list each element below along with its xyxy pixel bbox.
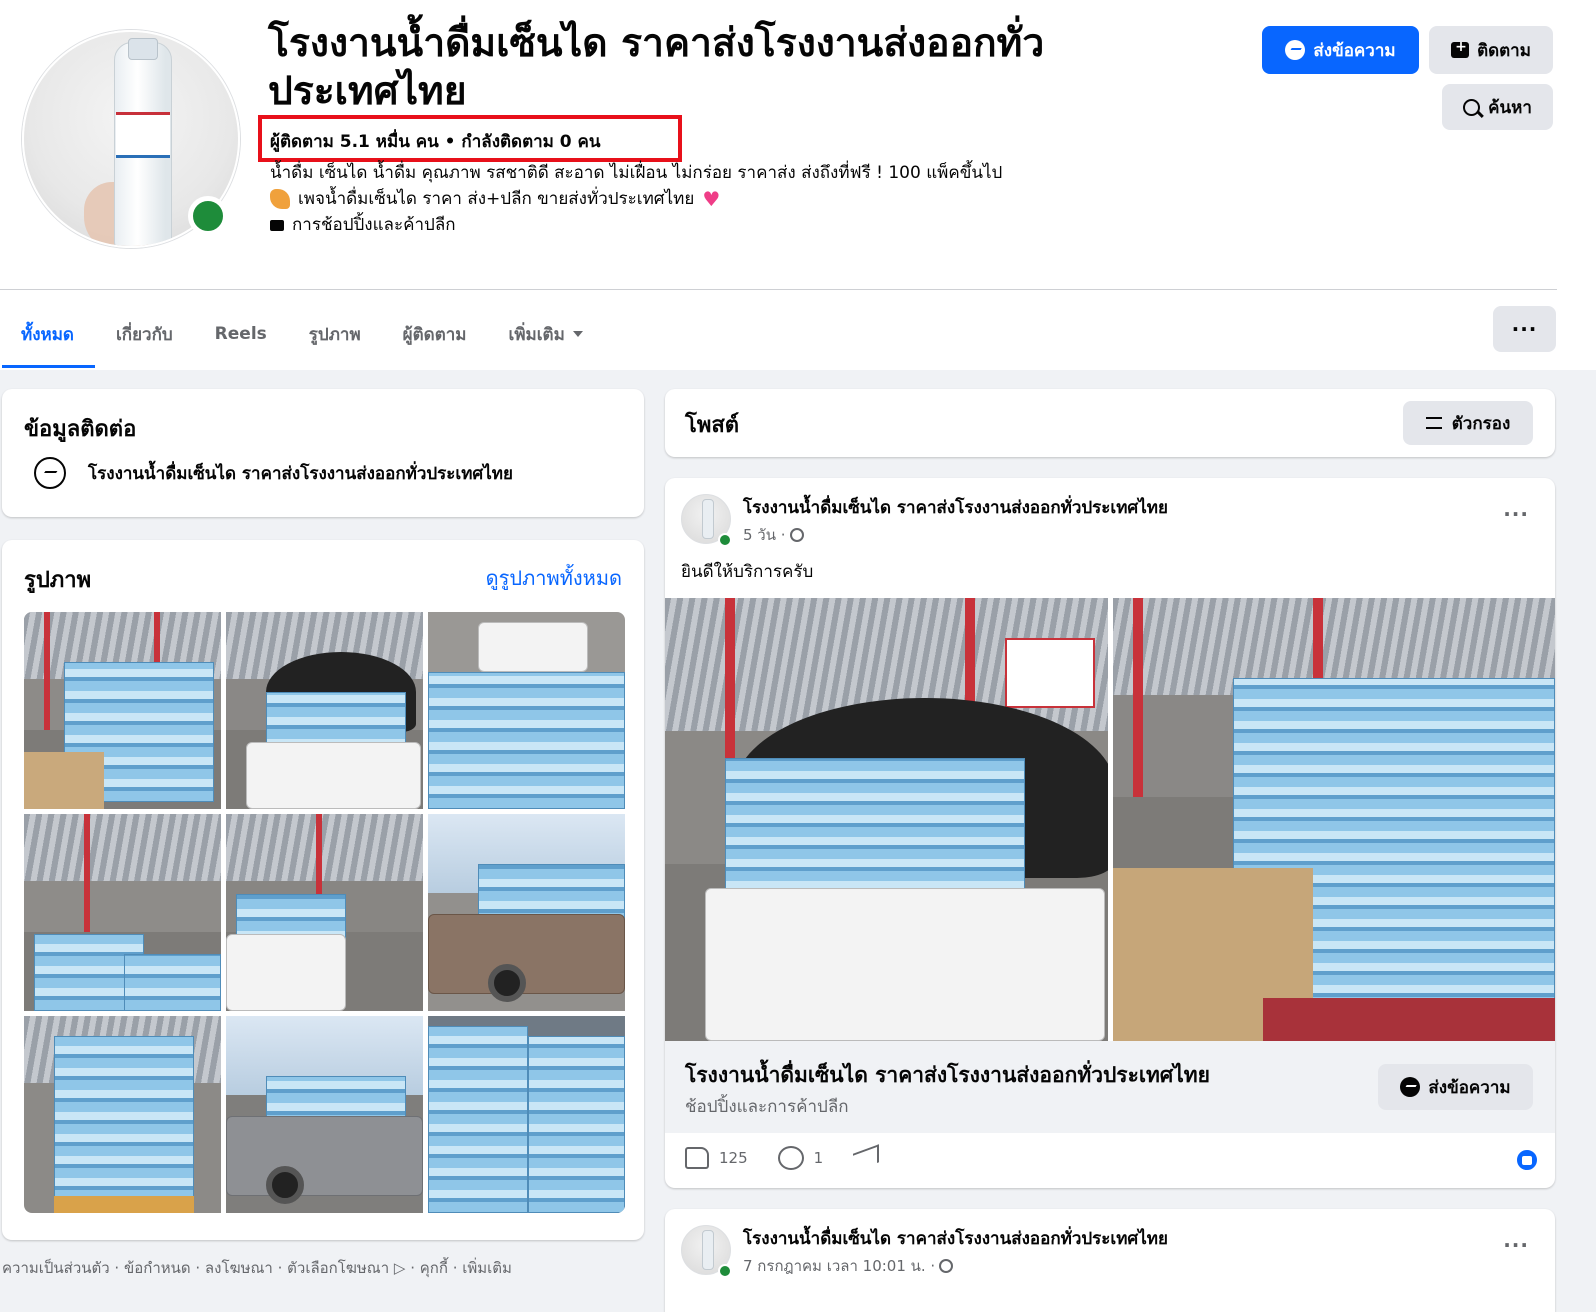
highlight-annotation-box xyxy=(258,115,682,162)
online-status-dot xyxy=(718,1264,732,1278)
photos-heading: รูปภาพ xyxy=(24,568,92,593)
photo-thumbnail[interactable] xyxy=(226,612,423,809)
post-author-name[interactable]: โรงงานน้ำดื่มเซ็นได ราคาส่งโรงงานส่งออกท… xyxy=(743,1225,1168,1252)
tab-reels[interactable]: Reels xyxy=(194,300,288,368)
post-image[interactable] xyxy=(1113,598,1555,1041)
tab-about[interactable]: เกี่ยวกับ xyxy=(95,300,194,368)
photo-grid xyxy=(24,612,625,1213)
link-send-message-button[interactable]: ส่งข้อความ xyxy=(1378,1064,1533,1110)
search-label: ค้นหา xyxy=(1488,97,1532,118)
category-icon xyxy=(270,219,284,231)
page-intro: น้ำดื่ม เซ็นได น้ำดื่ม คุณภาพ รสชาติดี ส… xyxy=(270,160,1002,238)
intro-line-2-text: เพจน้ำดื่มเซ็นได ราคา ส่ง+ปลีก ขายส่งทั่… xyxy=(298,189,695,209)
filter-button[interactable]: ตัวกรอง xyxy=(1403,401,1533,445)
like-button[interactable]: 125 xyxy=(685,1147,748,1169)
filter-label: ตัวกรอง xyxy=(1451,413,1511,434)
contact-info-card: ข้อมูลติดต่อ โรงงานน้ำดื่มเซ็นได ราคาส่ง… xyxy=(2,389,644,517)
photo-thumbnail[interactable] xyxy=(24,814,221,1011)
search-icon xyxy=(1463,98,1481,116)
online-status-dot xyxy=(718,533,732,547)
caret-down-icon xyxy=(572,331,583,337)
megaphone-emoji-icon xyxy=(270,189,290,209)
post-author-name[interactable]: โรงงานน้ำดื่มเซ็นได ราคาส่งโรงงานส่งออกท… xyxy=(743,494,1168,521)
post-timestamp[interactable]: 5 วัน · xyxy=(743,523,804,547)
messenger-icon xyxy=(34,457,66,489)
comment-button[interactable]: 1 xyxy=(777,1146,824,1170)
search-button[interactable]: ค้นหา xyxy=(1442,84,1553,130)
link-preview-title: โรงงานน้ำดื่มเซ็นได ราคาส่งโรงงานส่งออกท… xyxy=(685,1063,1210,1087)
comment-count: 1 xyxy=(813,1149,824,1167)
follow-icon xyxy=(1451,39,1470,58)
footer-links[interactable]: ความเป็นส่วนตัว · ข้อกำหนด · ลงโฆษณา · ต… xyxy=(2,1256,512,1280)
photo-thumbnail[interactable] xyxy=(24,612,221,809)
more-options-button[interactable]: ··· xyxy=(1493,306,1556,352)
follow-button[interactable]: ติดตาม xyxy=(1429,26,1553,74)
post-image[interactable] xyxy=(665,598,1108,1041)
page-header: โรงงานน้ำดื่มเซ็นได ราคาส่งโรงงานส่งออกท… xyxy=(0,0,1596,370)
page-tabs: ทั้งหมด เกี่ยวกับ Reels รูปภาพ ผู้ติดตาม… xyxy=(0,300,604,368)
globe-icon xyxy=(939,1259,954,1273)
contact-heading: ข้อมูลติดต่อ xyxy=(24,417,137,442)
post-text: ยินดีให้บริการครับ xyxy=(681,562,814,582)
heart-emoji-icon: ♥ xyxy=(702,187,721,211)
globe-icon xyxy=(789,528,804,542)
share-icon xyxy=(853,1144,880,1172)
post-timestamp[interactable]: 7 กรกฎาคม เวลา 10:01 น. · xyxy=(743,1254,954,1278)
link-send-message-label: ส่งข้อความ xyxy=(1428,1077,1511,1098)
photo-thumbnail[interactable] xyxy=(428,612,625,809)
category-line: การช้อปปิ้งและค้าปลีก xyxy=(270,212,1002,238)
like-reaction-icon[interactable] xyxy=(1515,1148,1539,1172)
online-status-dot xyxy=(188,196,228,236)
intro-line-1: น้ำดื่ม เซ็นได น้ำดื่ม คุณภาพ รสชาติดี ส… xyxy=(270,163,1003,183)
posts-header-card: โพสต์ ตัวกรอง xyxy=(665,389,1555,457)
filter-icon xyxy=(1425,417,1442,429)
share-button[interactable] xyxy=(853,1144,880,1172)
link-preview[interactable]: โรงงานน้ำดื่มเซ็นได ราคาส่งโรงงานส่งออกท… xyxy=(665,1041,1555,1133)
post-options-button[interactable]: ··· xyxy=(1503,502,1529,526)
post-card: โรงงานน้ำดื่มเซ็นได ราคาส่งโรงงานส่งออกท… xyxy=(665,1209,1555,1312)
tab-all[interactable]: ทั้งหมด xyxy=(0,300,95,368)
link-preview-subtitle: ช้อปปิ้งและการค้าปลีก xyxy=(685,1097,849,1117)
like-count: 125 xyxy=(719,1149,748,1167)
thumbs-up-icon xyxy=(685,1147,709,1169)
category-label: การช้อปปิ้งและค้าปลีก xyxy=(292,215,456,235)
photo-thumbnail[interactable] xyxy=(428,814,625,1011)
send-message-label: ส่งข้อความ xyxy=(1313,40,1396,61)
post-actions: 125 1 xyxy=(685,1144,880,1172)
comment-icon xyxy=(777,1146,804,1170)
photo-thumbnail[interactable] xyxy=(428,1016,625,1213)
photos-card: รูปภาพ ดูรูปภาพทั้งหมด xyxy=(2,540,644,1240)
tab-more[interactable]: เพิ่มเติม xyxy=(488,300,604,368)
page-title: โรงงานน้ำดื่มเซ็นได ราคาส่งโรงงานส่งออกท… xyxy=(268,21,1045,114)
header-divider xyxy=(0,289,1557,290)
follow-label: ติดตาม xyxy=(1477,40,1531,61)
tab-followers[interactable]: ผู้ติดตาม xyxy=(382,300,488,368)
messenger-icon xyxy=(1400,1077,1421,1097)
messenger-contact-row[interactable]: โรงงานน้ำดื่มเซ็นได ราคาส่งโรงงานส่งออกท… xyxy=(34,457,513,489)
photo-thumbnail[interactable] xyxy=(226,814,423,1011)
posts-heading: โพสต์ xyxy=(685,413,740,438)
photo-thumbnail[interactable] xyxy=(226,1016,423,1213)
messenger-icon xyxy=(1285,40,1306,60)
messenger-contact-name: โรงงานน้ำดื่มเซ็นได ราคาส่งโรงงานส่งออกท… xyxy=(88,463,513,484)
post-card: โรงงานน้ำดื่มเซ็นได ราคาส่งโรงงานส่งออกท… xyxy=(665,478,1555,1188)
see-all-photos-link[interactable]: ดูรูปภาพทั้งหมด xyxy=(486,562,622,594)
post-options-button[interactable]: ··· xyxy=(1503,1233,1529,1257)
send-message-button[interactable]: ส่งข้อความ xyxy=(1262,26,1419,74)
photo-thumbnail[interactable] xyxy=(24,1016,221,1213)
tab-photos[interactable]: รูปภาพ xyxy=(288,300,382,368)
intro-line-2: เพจน้ำดื่มเซ็นได ราคา ส่ง+ปลีก ขายส่งทั่… xyxy=(270,186,1002,212)
